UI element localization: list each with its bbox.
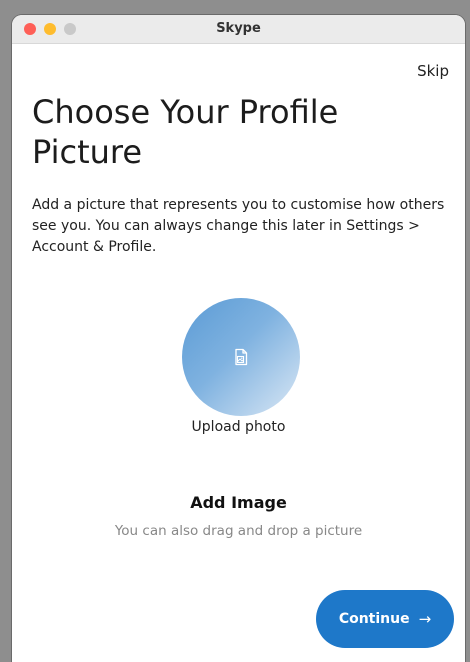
window-title: Skype: [216, 21, 261, 36]
image-file-icon: [235, 348, 248, 366]
upload-photo-button[interactable]: [182, 298, 300, 416]
add-image-title: Add Image: [190, 493, 287, 512]
title-bar: Skype: [12, 15, 465, 44]
upload-photo-label: Upload photo: [191, 419, 286, 435]
continue-button[interactable]: Continue →: [316, 590, 454, 648]
page-title: Choose Your Profile Picture: [32, 93, 339, 171]
skype-window: Skype Skip Choose Your Profile Picture A…: [12, 15, 465, 662]
skip-button[interactable]: Skip: [417, 62, 449, 80]
add-image-subtitle: You can also drag and drop a picture: [114, 523, 363, 539]
arrow-right-icon: →: [418, 610, 432, 628]
page-description: Add a picture that represents you to cus…: [32, 197, 445, 255]
continue-label: Continue: [338, 611, 410, 627]
